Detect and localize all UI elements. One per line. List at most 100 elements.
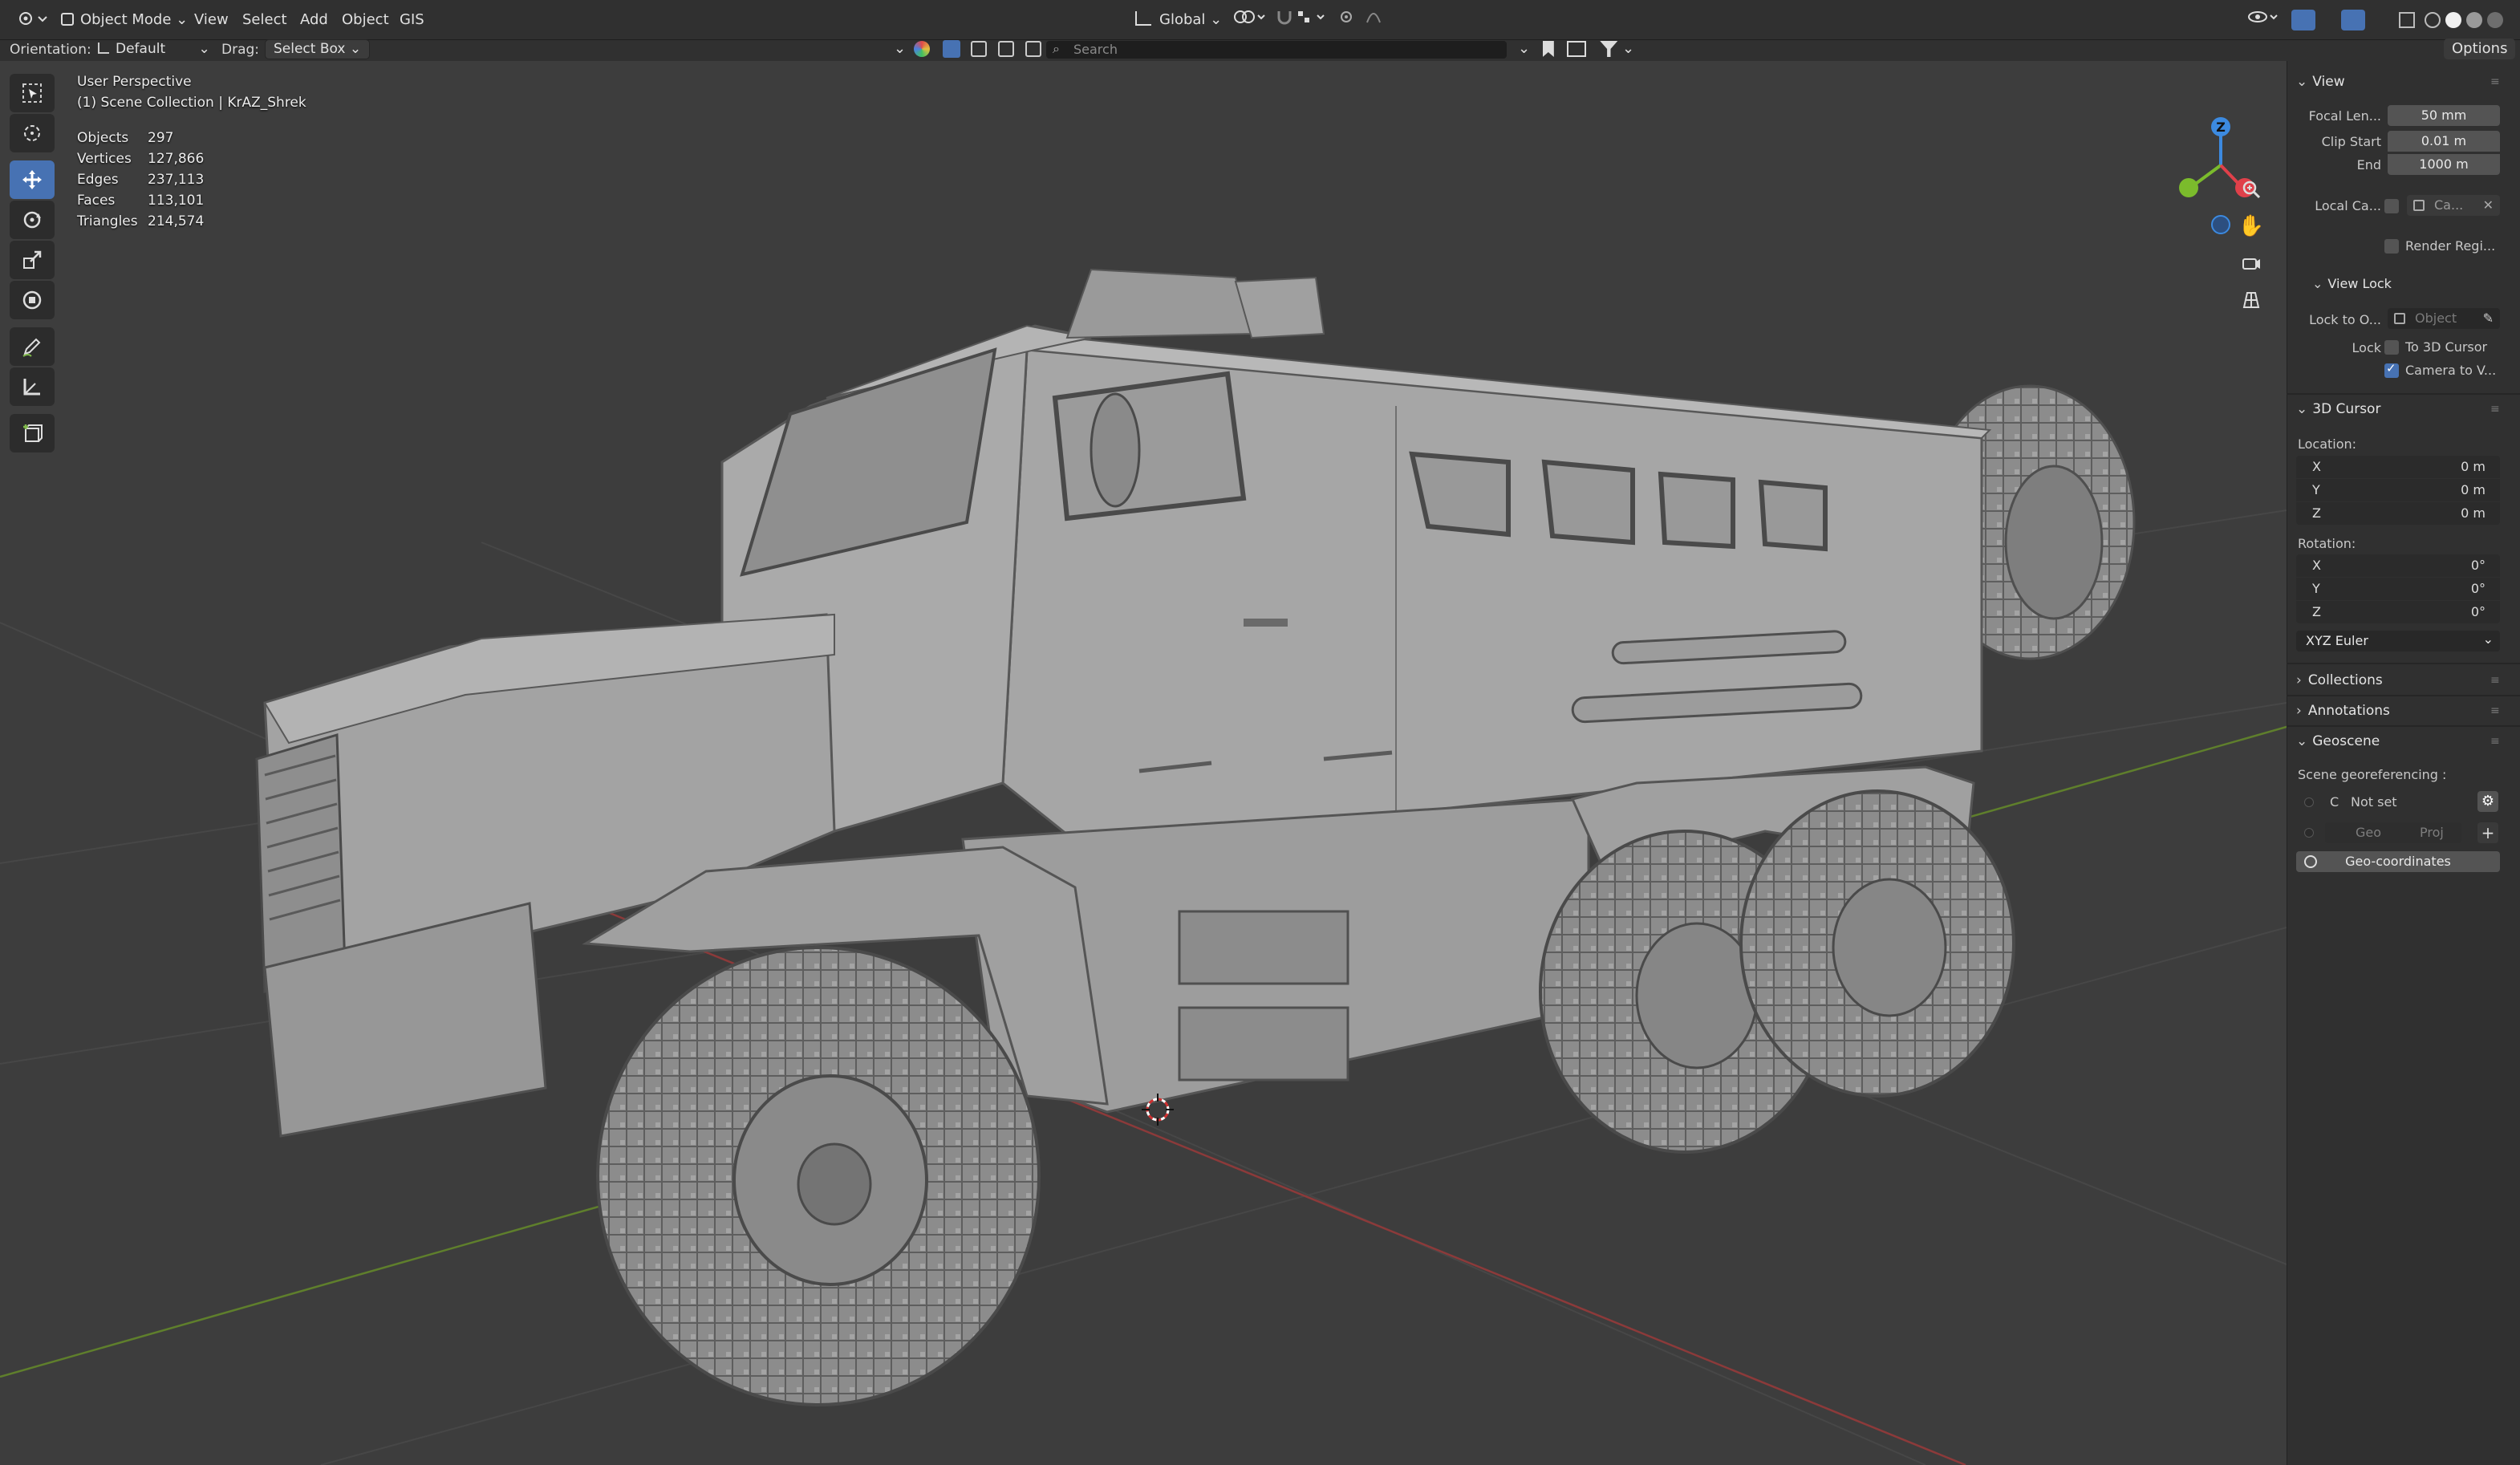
gizmo-y-axis[interactable] xyxy=(2179,178,2198,197)
drag-handle-icon[interactable]: ≡ xyxy=(2490,75,2500,88)
gizmos-toggle[interactable] xyxy=(2283,8,2323,32)
mode-selector[interactable]: Object Mode ⌄ xyxy=(53,8,196,32)
clip-end-field[interactable]: 1000 m xyxy=(2388,154,2500,175)
cursor-panel-header[interactable]: ⌄ 3D Cursor xyxy=(2296,395,2380,424)
rotation-x-field[interactable]: X 0° xyxy=(2296,554,2500,577)
rotation-y-field[interactable]: Y 0° xyxy=(2296,578,2500,600)
drag-dropdown[interactable]: Select Box ⌄ xyxy=(265,39,371,59)
geo-proj-toggle[interactable]: Geo Proj xyxy=(2325,822,2461,843)
move-tool[interactable] xyxy=(10,160,55,199)
options-button[interactable]: Options xyxy=(2444,39,2516,59)
view-lock-title: View Lock xyxy=(2327,276,2392,291)
view-lock-header[interactable]: ⌄ View Lock xyxy=(2312,270,2392,298)
scale-tool[interactable] xyxy=(10,241,55,279)
geoscene-panel-header[interactable]: ⌄ Geoscene xyxy=(2296,727,2380,756)
location-z-field[interactable]: Z 0 m xyxy=(2296,502,2500,525)
search-input[interactable]: Search xyxy=(1073,42,1118,57)
drag-handle-icon[interactable]: ≡ xyxy=(2490,674,2500,687)
close-icon[interactable]: ✕ xyxy=(2483,195,2494,216)
view-panel-header[interactable]: ⌄ View xyxy=(2296,67,2345,96)
funnel-filter-icon[interactable] xyxy=(1600,41,1618,57)
lock-to-object-field[interactable]: Object ✎ xyxy=(2388,308,2500,329)
search-field[interactable]: ⌕ Search xyxy=(1046,41,1507,59)
add-cube-tool[interactable] xyxy=(10,414,55,452)
rotate-tool[interactable] xyxy=(10,201,55,239)
front-wheel[interactable] xyxy=(596,946,1041,1406)
camera-to-view-checkbox[interactable]: ✓ xyxy=(2384,361,2399,378)
select-box-icon[interactable] xyxy=(942,40,960,58)
orientation-dropdown[interactable]: Default ⌄ xyxy=(90,39,218,59)
menu-object[interactable]: Object xyxy=(334,8,397,32)
plus-icon[interactable]: + xyxy=(2477,822,2498,843)
measure-tool[interactable] xyxy=(10,367,55,406)
status-dot-icon xyxy=(2304,828,2314,838)
bookmark-icon[interactable] xyxy=(1542,41,1554,57)
axis-label: Z xyxy=(2312,604,2321,619)
axis-value: 0 m xyxy=(2461,505,2486,521)
snap-toggle[interactable] xyxy=(1268,8,1335,32)
layout-icon[interactable] xyxy=(1566,41,1586,57)
material-shading-icon[interactable] xyxy=(2466,12,2482,28)
filter-controls[interactable]: ⌄ ⌄ xyxy=(1510,39,1642,59)
lock-to-cursor-checkbox[interactable] xyxy=(2384,340,2399,355)
location-y-field[interactable]: Y 0 m xyxy=(2296,479,2500,501)
editor-3d-view-icon xyxy=(19,12,47,25)
rear-wheel[interactable] xyxy=(1739,789,2015,1098)
transform-orientation-dropdown[interactable]: Global ⌄ xyxy=(1127,8,1230,32)
pivot-point-dropdown[interactable] xyxy=(1224,8,1274,32)
focal-length-field[interactable]: 50 mm xyxy=(2388,105,2500,126)
perspective-toggle-button[interactable] xyxy=(2235,284,2267,316)
menu-gis[interactable]: GIS xyxy=(392,8,432,32)
rotation-mode-dropdown[interactable]: XYZ Euler ⌄ xyxy=(2296,631,2500,651)
location-x-field[interactable]: X 0 m xyxy=(2296,456,2500,478)
annotations-panel-header[interactable]: › Annotations xyxy=(2296,696,2390,725)
wireframe-shading-icon[interactable] xyxy=(2425,12,2441,28)
proportional-editing-toggle[interactable] xyxy=(1332,8,1404,32)
geo-coordinates-button[interactable]: Geo-coordinates xyxy=(2296,851,2500,872)
collections-panel-header[interactable]: › Collections xyxy=(2296,666,2383,695)
local-camera-checkbox[interactable] xyxy=(2384,199,2399,213)
scene-canvas[interactable]: Z xyxy=(0,61,2287,1465)
transform-icon xyxy=(22,290,42,310)
menu-select[interactable]: Select xyxy=(234,8,295,32)
globe-icon xyxy=(2304,855,2317,868)
rotation-z-field[interactable]: Z 0° xyxy=(2296,601,2500,623)
shading-modes[interactable] xyxy=(2417,8,2511,32)
3d-viewport[interactable]: Z User Perspective (1) Scene Collection … xyxy=(0,61,2287,1465)
drag-handle-icon[interactable]: ≡ xyxy=(2490,735,2500,748)
local-camera-field[interactable]: Ca... ✕ xyxy=(2407,195,2500,216)
pan-button[interactable]: ✋ xyxy=(2235,210,2267,242)
drag-handle-icon[interactable]: ≡ xyxy=(2490,704,2500,717)
rendered-shading-icon[interactable] xyxy=(2487,12,2503,28)
select-subtract-icon[interactable] xyxy=(998,41,1015,57)
cursor-tool[interactable] xyxy=(10,114,55,152)
clip-start-field[interactable]: 0.01 m xyxy=(2388,131,2500,152)
drag-handle-icon[interactable]: ≡ xyxy=(2490,403,2500,416)
select-box-tool[interactable] xyxy=(10,74,55,112)
chevron-down-icon: ⌄ xyxy=(1210,11,1223,28)
lock-label: Lock xyxy=(2352,340,2381,355)
annotate-tool[interactable] xyxy=(10,327,55,366)
select-extend-icon[interactable] xyxy=(971,41,988,57)
gizmo-neg-z-axis[interactable] xyxy=(2211,215,2230,234)
overlays-toggle[interactable] xyxy=(2333,8,2373,32)
select-invert-icon[interactable] xyxy=(1025,41,1041,57)
editor-type-button[interactable] xyxy=(8,8,56,32)
geo-button[interactable]: Geo xyxy=(2356,822,2381,843)
visibility-dropdown[interactable] xyxy=(2240,8,2288,32)
rotation-mode-value: XYZ Euler xyxy=(2306,633,2368,648)
orientation-value: Default xyxy=(116,41,166,57)
solid-shading-icon[interactable] xyxy=(2445,12,2461,28)
menu-view[interactable]: View xyxy=(186,8,237,32)
axis-label: Z xyxy=(2312,505,2321,521)
proj-button[interactable]: Proj xyxy=(2420,822,2444,843)
eyedropper-icon[interactable]: ✎ xyxy=(2483,308,2494,329)
transform-tool[interactable] xyxy=(10,281,55,319)
zoom-button[interactable] xyxy=(2235,173,2267,205)
color-sphere-icon xyxy=(913,41,930,57)
render-region-checkbox[interactable] xyxy=(2384,239,2399,254)
stat-value: 237,113 xyxy=(148,172,205,188)
camera-view-button[interactable] xyxy=(2235,247,2267,279)
menu-add[interactable]: Add xyxy=(292,8,336,32)
gear-icon[interactable]: ⚙ xyxy=(2477,791,2498,812)
